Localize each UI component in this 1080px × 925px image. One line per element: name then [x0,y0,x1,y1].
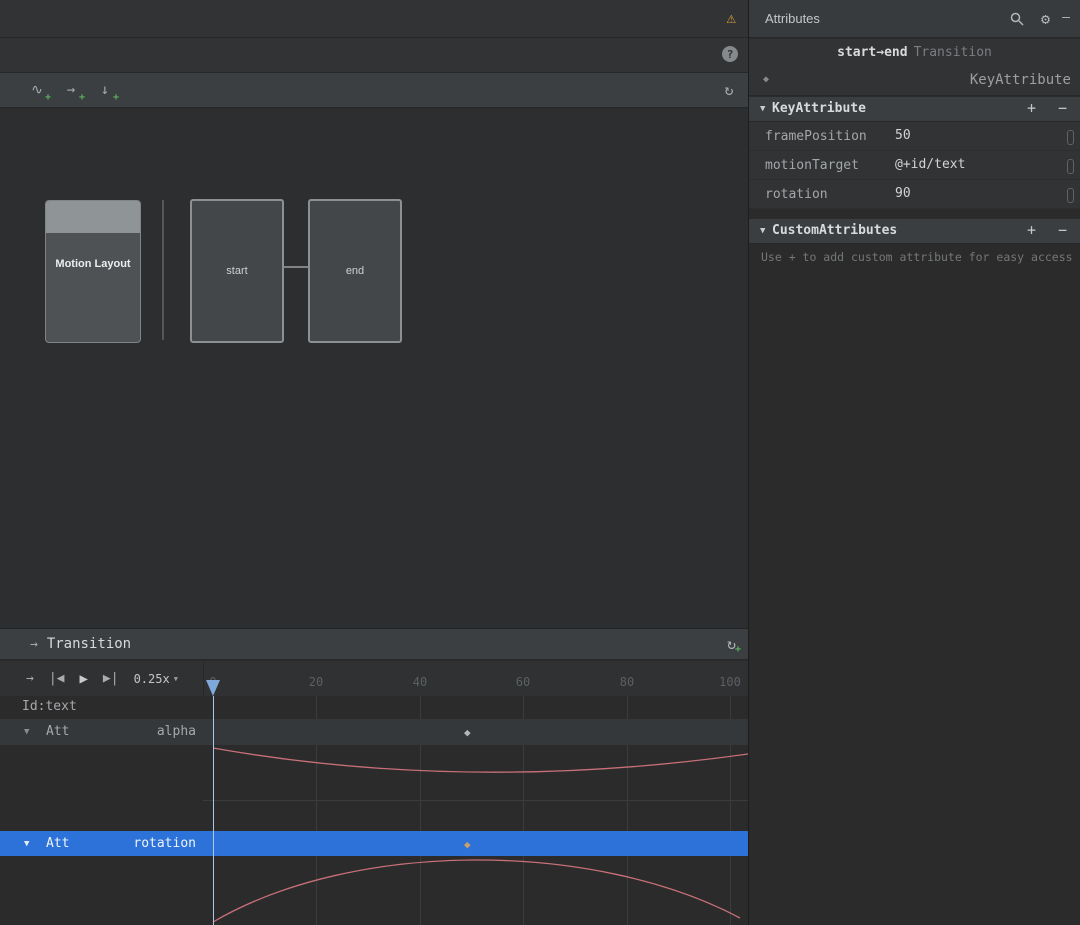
pick-resource-icon[interactable] [1067,130,1074,145]
go-to-start-icon[interactable]: |◀ [49,671,65,686]
motion-editor-window: ⚠ ? ∿ + → + ↓ + ↻ Motion Layout start en… [0,0,1080,925]
end-state-box[interactable]: end [308,199,402,343]
design-surface: Motion Layout start end [0,109,748,628]
keyattribute-section-header[interactable]: ▼ KeyAttribute + − [749,97,1080,122]
timeline-tracks: Id:text ▼ Att alpha ◆ ▼ Att rotation ◆ [0,696,748,925]
chevron-down-icon: ▼ [173,674,178,683]
keyframe-diamond-icon[interactable]: ◆ [464,838,471,851]
rotation-curve [212,859,741,923]
attributes-panel: Attributes ⚙ — start→end Transition ◆ Ke… [749,0,1080,925]
attributes-header: Attributes ⚙ — [749,0,1080,38]
ruler-tick: 20 [308,675,324,689]
top-bar: ⚠ [0,0,748,38]
track-name-label: alpha [156,724,196,739]
attribute-row: rotation 90 [749,180,1080,209]
add-attribute-button[interactable]: + [1027,99,1036,117]
help-icon[interactable]: ? [722,46,738,62]
remove-attribute-button[interactable]: − [1058,99,1067,117]
attribute-value-input[interactable]: 50 [895,128,911,143]
secondary-bar: ? [0,38,748,73]
keyframe-diamond-icon[interactable]: ◆ [464,726,471,739]
selected-keyattribute-row[interactable]: ◆ KeyAttribute [749,66,1080,96]
panel-title: Attributes [765,11,820,26]
create-click-handler-icon[interactable]: → + [62,81,85,103]
customattributes-section-header[interactable]: ▼ CustomAttributes + − [749,219,1080,244]
track-row-rotation-selected[interactable]: ▼ Att rotation ◆ [0,831,748,856]
attribute-key: rotation [765,187,828,202]
collapse-icon[interactable]: ▼ [760,104,765,114]
timeline-header: → Transition ↻ + [0,628,748,660]
design-toolbar: ∿ + → + ↓ + ↻ [0,73,748,108]
playhead-handle[interactable] [206,680,220,696]
ruler-tick: 40 [412,675,428,689]
remove-custom-attribute-button[interactable]: − [1058,221,1067,239]
attribute-key: motionTarget [765,158,859,173]
component-id-label: Id:text [22,699,77,714]
transition-kind: Transition [913,45,992,60]
direction-icon[interactable]: → [26,671,34,686]
create-cycle-icon[interactable]: ↻ + [727,635,741,655]
add-custom-attribute-button[interactable]: + [1027,221,1036,239]
attribute-value-input[interactable]: 90 [895,186,911,201]
plus-badge: + [734,644,741,655]
down-arrow-glyph: ↓ [100,82,110,98]
speed-value: 0.25x [133,671,170,686]
motion-layout-component[interactable]: Motion Layout [45,200,141,343]
go-to-end-icon[interactable]: ▶| [103,671,119,686]
create-transition-icon[interactable]: ∿ + [28,81,51,103]
attribute-row: framePosition 50 [749,122,1080,151]
gear-icon[interactable]: ⚙ [1041,10,1050,28]
section-title: KeyAttribute [772,101,866,116]
divider [162,200,164,340]
track-name-label: rotation [133,836,196,851]
timeline-toolbar: → |◀ ▶ ▶| 0.25x ▼ 0 20 40 60 80 100 [0,661,748,696]
attribute-row: motionTarget @+id/text [749,151,1080,180]
transition-subtitle: start→end Transition [749,39,1080,66]
attribute-key: framePosition [765,129,867,144]
transition-glyph: ∿ [31,82,43,98]
transition-arrow-icon: → [30,636,38,652]
design-pane: ⚠ ? ∿ + → + ↓ + ↻ Motion Layout start en… [0,0,749,925]
motion-layout-header-band [46,201,140,233]
minimize-icon[interactable]: — [1062,10,1070,25]
custom-attributes-hint: Use + to add custom attribute for easy a… [761,250,1073,264]
collapse-icon[interactable]: ▼ [760,226,765,236]
ruler-tick: 100 [719,675,741,689]
speed-dropdown[interactable]: 0.25x ▼ [134,672,178,686]
motion-layout-label: Motion Layout [55,258,131,270]
end-label: end [345,265,365,277]
track-row-alpha[interactable]: ▼ Att alpha ◆ [0,719,748,745]
arrow-glyph: → [66,82,76,98]
start-state-box[interactable]: start [190,199,284,343]
playback-controls: → |◀ ▶ ▶| 0.25x ▼ [26,661,178,696]
attribute-value-input[interactable]: @+id/text [895,157,965,172]
search-icon[interactable] [1010,12,1024,26]
plus-badge: + [44,92,51,103]
plus-badge: + [112,92,119,103]
ruler-tick: 60 [515,675,531,689]
selected-label: KeyAttribute [969,72,1071,88]
track-separator [203,800,748,801]
create-keyframe-icon[interactable]: ↓ + [96,81,119,103]
pick-resource-icon[interactable] [1067,159,1074,174]
alpha-curve [212,747,748,773]
refresh-icon[interactable]: ↻ [720,81,738,99]
diamond-icon: ◆ [763,74,770,85]
play-icon[interactable]: ▶ [79,671,87,687]
plus-badge: + [78,92,85,103]
ruler-tick: 80 [619,675,635,689]
start-label: start [226,265,248,277]
pick-resource-icon[interactable] [1067,188,1074,203]
warning-icon[interactable]: ⚠ [726,8,736,27]
transition-states: start→end [837,45,908,60]
ruler-separator [203,661,204,696]
section-title: CustomAttributes [772,223,898,238]
playhead-line[interactable] [213,696,214,925]
timeline-title: Transition [46,636,132,652]
